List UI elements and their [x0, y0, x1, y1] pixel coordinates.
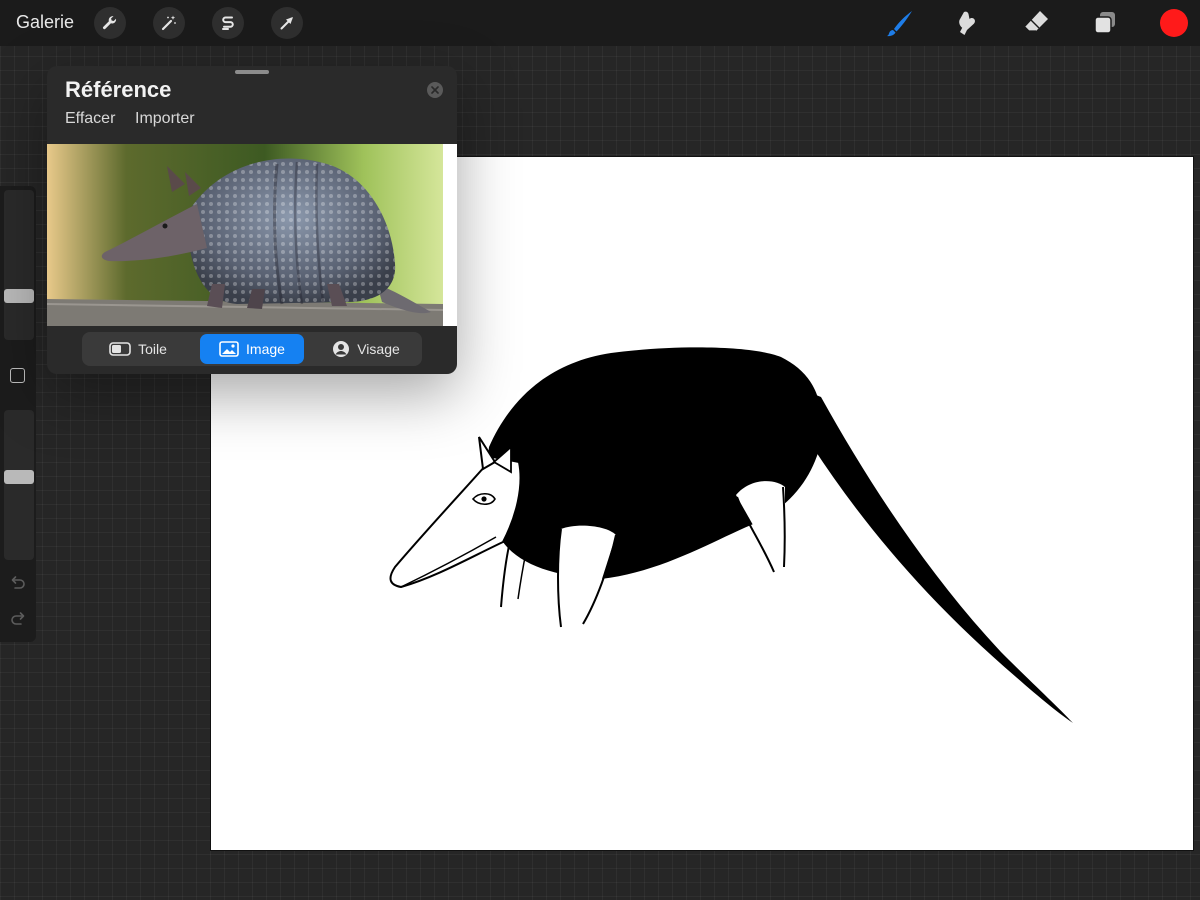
left-sidebar: [0, 186, 36, 642]
clear-button[interactable]: Effacer: [65, 110, 115, 128]
tab-canvas-label: Toile: [138, 341, 167, 357]
tab-image-label: Image: [246, 341, 285, 357]
redo-icon[interactable]: [9, 610, 27, 628]
wrench-icon: [102, 16, 117, 30]
eraser-icon: [1024, 11, 1048, 32]
top-toolbar: Galerie: [0, 0, 1200, 46]
selection-icon: [222, 16, 234, 30]
opacity-thumb[interactable]: [4, 469, 34, 484]
tab-image[interactable]: Image: [200, 334, 304, 364]
panel-grabber[interactable]: [235, 70, 269, 74]
modify-button[interactable]: [10, 368, 25, 383]
color-button[interactable]: [1160, 9, 1188, 37]
canvas-icon: [109, 342, 131, 356]
smudge-button[interactable]: [951, 7, 983, 39]
transform-arrow-icon: [280, 17, 293, 30]
opacity-slider[interactable]: [4, 410, 34, 560]
tab-canvas[interactable]: Toile: [86, 334, 190, 364]
tab-face-label: Visage: [357, 341, 400, 357]
gallery-button[interactable]: Galerie: [16, 12, 74, 33]
actions-button[interactable]: [94, 7, 126, 39]
tab-face[interactable]: Visage: [314, 334, 418, 364]
reference-image: [47, 144, 457, 326]
transform-button[interactable]: [271, 7, 303, 39]
face-icon: [333, 341, 350, 357]
brush-icon: [887, 11, 912, 37]
layers-icon: [1094, 12, 1115, 34]
eraser-button[interactable]: [1020, 7, 1052, 39]
selection-button[interactable]: [212, 7, 244, 39]
reference-panel[interactable]: Référence Effacer Importer Toile Image V…: [47, 66, 457, 374]
reference-mode-selector: Toile Image Visage: [82, 332, 422, 366]
panel-title: Référence: [65, 77, 172, 102]
brush-size-slider[interactable]: [4, 190, 34, 340]
brush-button[interactable]: [884, 7, 916, 39]
image-icon: [219, 341, 239, 357]
layers-button[interactable]: [1089, 7, 1121, 39]
adjustments-button[interactable]: [153, 7, 185, 39]
undo-icon[interactable]: [9, 574, 27, 592]
magic-wand-icon: [161, 15, 176, 31]
import-button[interactable]: Importer: [135, 110, 195, 128]
armadillo-photo: [47, 144, 457, 326]
brush-size-thumb[interactable]: [4, 289, 34, 304]
close-button[interactable]: [427, 82, 443, 98]
smudge-icon: [959, 11, 975, 35]
close-icon: [431, 86, 439, 94]
